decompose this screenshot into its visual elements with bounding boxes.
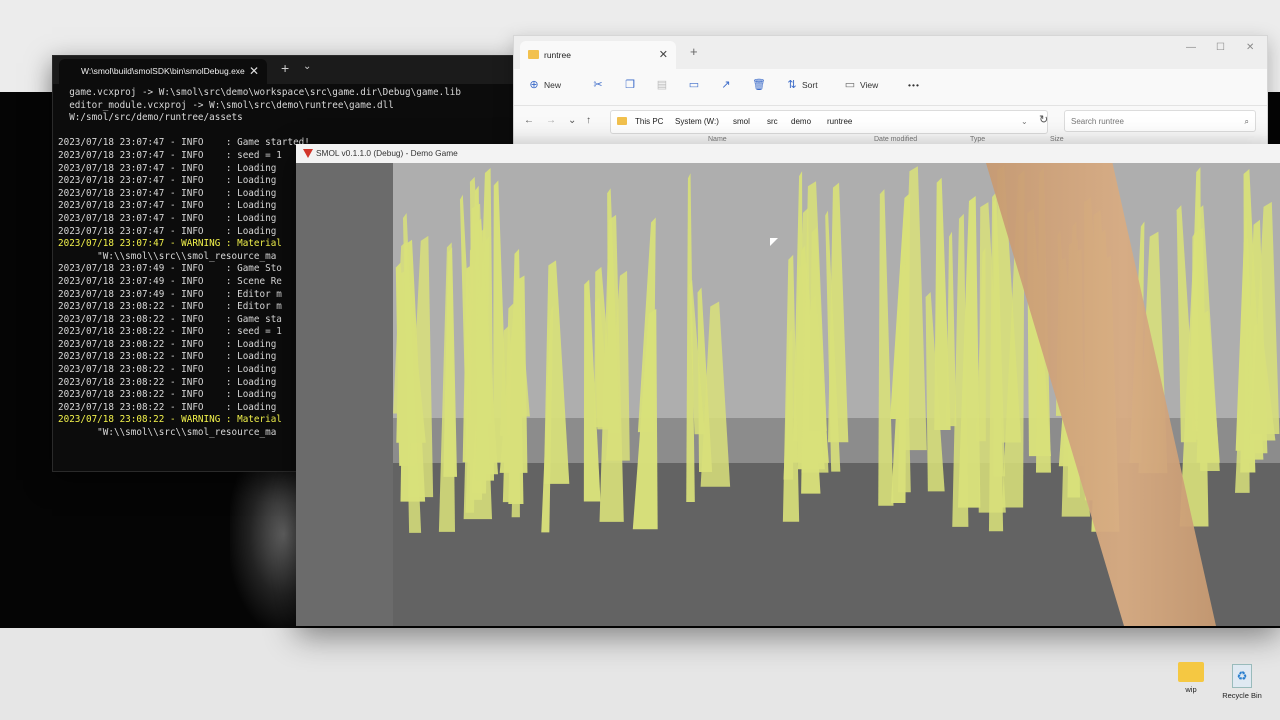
forward-icon[interactable]: → [546, 115, 556, 126]
column-header-name[interactable]: Name [708, 136, 727, 143]
search-input[interactable]: Search runtree ⌕ [1064, 110, 1256, 132]
desktop-icon-recycle-bin[interactable]: ♻ Recycle Bin [1220, 664, 1264, 700]
address-bar-row: ← → ⌄ ↑ This PC System (W:) smol src dem… [514, 106, 1267, 136]
breadcrumb-item[interactable]: demo [791, 111, 811, 133]
view-button[interactable]: View [860, 80, 878, 90]
explorer-tabbar: runtree ✕ + — ☐ ✕ [514, 36, 1267, 69]
column-header-type[interactable]: Type [970, 136, 985, 143]
grass-blade [809, 227, 827, 431]
delete-icon[interactable]: 🗑 [752, 79, 766, 91]
game-window[interactable]: SMOL v0.1.1.0 (Debug) - Demo Game [296, 144, 1280, 626]
game-window-title: SMOL v0.1.1.0 (Debug) - Demo Game [316, 148, 458, 158]
close-icon[interactable]: ✕ [659, 41, 668, 69]
new-tab-button[interactable]: + [281, 60, 289, 76]
share-icon[interactable]: ↗ [720, 79, 732, 91]
close-icon[interactable]: ✕ [249, 59, 259, 84]
game-viewport[interactable] [296, 163, 1280, 626]
refresh-icon[interactable]: ↻ [1039, 113, 1048, 126]
close-window-button[interactable]: ✕ [1246, 42, 1254, 53]
explorer-tab[interactable]: runtree ✕ [520, 41, 676, 69]
grass-blade [878, 189, 894, 506]
back-icon[interactable]: ← [524, 115, 534, 126]
folder-icon [528, 50, 539, 59]
up-icon[interactable]: ↑ [586, 115, 591, 126]
grass-blade [637, 217, 656, 433]
breadcrumb-item[interactable]: smol [733, 111, 750, 133]
chevron-down-icon[interactable]: ⌄ [568, 115, 576, 126]
breadcrumb-item[interactable]: runtree [827, 111, 852, 133]
column-header-date[interactable]: Date modified [874, 136, 917, 143]
terminal-tab[interactable]: W:\smol\build\smolSDK\bin\smolDebug.exe … [59, 59, 267, 84]
more-options-button[interactable]: ••• [908, 80, 920, 90]
explorer-toolbar: ⊕ New ✂ ❐ ▤ ▭ ↗ 🗑 ⇅ Sort ▭ View ••• [514, 69, 1267, 106]
desktop-icon-label: Recycle Bin [1222, 691, 1262, 700]
terminal-line: W:/smol/src/demo/runtree/assets [58, 112, 243, 124]
paste-icon[interactable]: ▤ [656, 79, 668, 91]
folder-icon [1178, 662, 1204, 682]
plus-circle-icon[interactable]: ⊕ [528, 79, 540, 91]
file-explorer-window[interactable]: runtree ✕ + — ☐ ✕ ⊕ New ✂ ❐ ▤ ▭ ↗ 🗑 ⇅ So… [513, 35, 1268, 157]
desktop-bottom [0, 628, 1280, 720]
breadcrumb-item[interactable]: System (W:) [675, 111, 719, 133]
search-placeholder: Search runtree [1071, 117, 1124, 126]
maximize-button[interactable]: ☐ [1216, 42, 1225, 53]
address-bar[interactable]: This PC System (W:) smol src demo runtre… [610, 110, 1048, 134]
viewport-left-panel [296, 163, 393, 626]
desktop-icon-wip[interactable]: wip [1176, 662, 1206, 694]
sort-icon[interactable]: ⇅ [786, 79, 798, 91]
chevron-down-icon[interactable]: ⌄ [1021, 111, 1028, 133]
copy-icon[interactable]: ❐ [624, 79, 636, 91]
game-titlebar[interactable]: SMOL v0.1.1.0 (Debug) - Demo Game [296, 144, 1280, 163]
sort-button[interactable]: Sort [802, 80, 818, 90]
terminal-line: editor_module.vcxproj -> W:\smol\src\dem… [58, 99, 394, 111]
recycle-bin-icon: ♻ [1232, 664, 1252, 688]
terminal-line: game.vcxproj -> W:\smol\src\demo\workspa… [58, 87, 461, 98]
chevron-down-icon[interactable]: ⌄ [303, 61, 311, 72]
desktop-icon-label: wip [1185, 685, 1197, 694]
explorer-tab-title: runtree [544, 50, 571, 60]
breadcrumb-item[interactable]: src [767, 111, 778, 133]
cut-icon[interactable]: ✂ [592, 79, 604, 91]
grass-blade [1197, 205, 1220, 471]
grass-blade [492, 180, 509, 463]
breadcrumb-item[interactable]: This PC [635, 111, 663, 133]
mouse-cursor-icon [770, 238, 778, 246]
grass-blade [543, 260, 570, 484]
column-header-size[interactable]: Size [1050, 136, 1064, 143]
new-tab-button[interactable]: + [690, 44, 698, 59]
smol-logo-icon [303, 149, 313, 158]
rename-icon[interactable]: ▭ [688, 79, 700, 91]
folder-icon [617, 117, 627, 125]
search-icon: ⌕ [1244, 117, 1249, 126]
minimize-button[interactable]: — [1186, 42, 1196, 53]
new-button[interactable]: New [544, 80, 561, 90]
view-icon[interactable]: ▭ [844, 79, 856, 91]
terminal-tabbar: W:\smol\build\smolSDK\bin\smolDebug.exe … [53, 56, 513, 84]
terminal-tab-title: W:\smol\build\smolSDK\bin\smolDebug.exe [81, 66, 245, 76]
